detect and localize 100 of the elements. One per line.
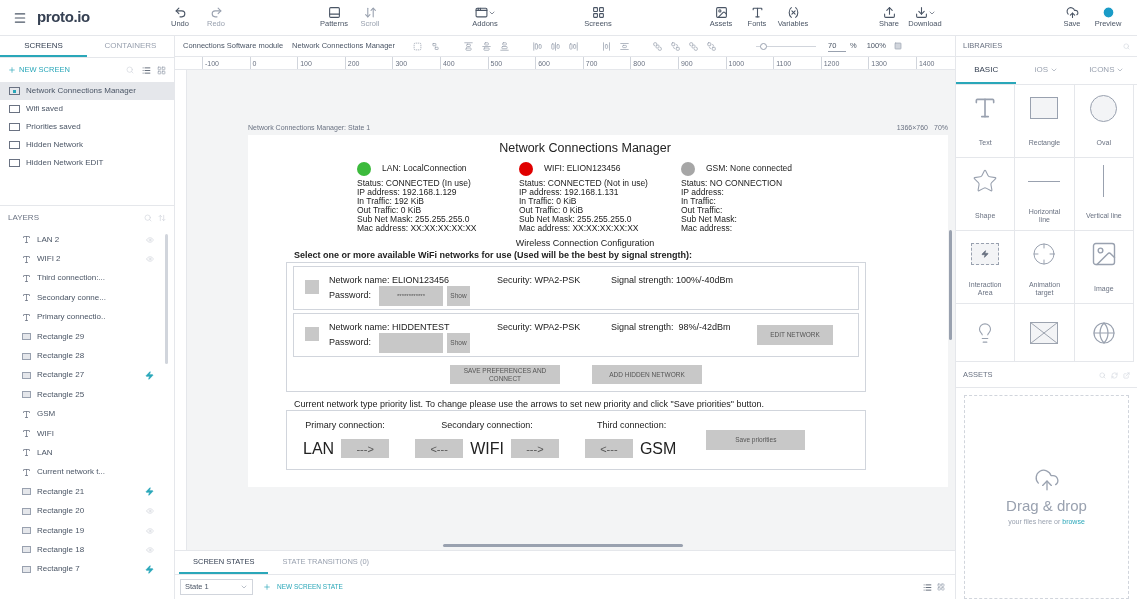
external-link-icon[interactable] <box>1123 371 1130 379</box>
grid-view-icon[interactable] <box>937 583 945 591</box>
move-right-button[interactable]: ---> <box>510 439 559 459</box>
search-icon[interactable] <box>144 214 152 222</box>
menu-icon[interactable] <box>13 10 27 25</box>
network-checkbox[interactable] <box>305 327 319 341</box>
connection-detail: In Traffic: <box>681 197 717 206</box>
layer-item[interactable]: Rectangle 28 <box>0 346 174 366</box>
password-label: Password: <box>329 336 373 350</box>
connection-detail: Out Traffic: 0 KiB <box>519 206 585 215</box>
upload-icon <box>882 6 896 19</box>
fit-icon[interactable] <box>893 42 902 50</box>
connection-detail: Sub Net Mask: 255.255.255.0 <box>519 215 633 224</box>
move-left-button[interactable]: <--- <box>415 439 464 459</box>
eye-icon[interactable] <box>146 507 154 516</box>
layer-item[interactable]: Primary connectio.. <box>0 307 174 327</box>
layer-item[interactable]: Rectangle 18 <box>0 540 174 560</box>
select-frame-icon[interactable] <box>413 41 423 51</box>
section-title: Wireless Connection Configuration <box>514 237 656 249</box>
layer-item[interactable]: Current network t... <box>0 462 174 483</box>
connection-type: GSM <box>638 438 678 459</box>
screen-item[interactable]: Hidden Network <box>0 136 174 154</box>
layer-item[interactable]: Secondary conne... <box>0 288 174 308</box>
vertical-scrollbar[interactable] <box>949 230 952 340</box>
move-left-button[interactable]: <--- <box>584 439 633 459</box>
list-view-icon[interactable] <box>923 582 932 592</box>
scrollbar[interactable] <box>165 234 168 364</box>
align-top-icon[interactable] <box>464 41 474 51</box>
search-icon[interactable] <box>1123 42 1130 50</box>
refresh-icon[interactable] <box>1111 371 1118 379</box>
connection-detail: In Traffic: 192 KiB <box>357 197 425 206</box>
screen-item[interactable]: Wifi saved <box>0 100 174 118</box>
instruction-text: Current network type priority list. To change please use the arrows to set new priority and click "Save priorities" button. <box>293 398 765 410</box>
ungroup-icon[interactable] <box>431 41 441 51</box>
eye-icon[interactable] <box>146 235 154 244</box>
send-backward-icon[interactable] <box>707 41 717 51</box>
move-right-button[interactable]: ---> <box>341 439 390 459</box>
list-view-icon[interactable] <box>142 65 151 75</box>
layer-item[interactable]: WIFI <box>0 423 174 444</box>
screen-item[interactable]: Priorities saved <box>0 118 174 136</box>
text-layer-icon <box>22 273 31 283</box>
connection-detail: Status: CONNECTED (Not in use) <box>519 179 649 188</box>
rectangle-layer-icon <box>22 488 31 496</box>
screen-item[interactable]: Hidden Network EDIT <box>0 154 174 172</box>
rectangle-layer-icon <box>22 565 31 573</box>
sort-icon[interactable] <box>158 214 166 222</box>
align-left-icon[interactable] <box>533 41 543 51</box>
bring-forward-icon[interactable] <box>689 41 699 51</box>
screen-item[interactable]: Network Connections Manager <box>0 82 174 100</box>
vertical-line-icon <box>1103 165 1105 197</box>
tab[interactable]: BASIC <box>956 58 1017 84</box>
bring-front-icon[interactable] <box>653 41 663 51</box>
connection-type: WIFI <box>469 438 505 459</box>
network-checkbox[interactable] <box>305 280 319 294</box>
search-icon[interactable] <box>126 66 134 74</box>
oval-tool-icon <box>1090 94 1118 122</box>
bolt-icon[interactable] <box>145 487 154 497</box>
library-item[interactable] <box>956 304 1016 362</box>
layer-item[interactable]: Rectangle 25 <box>0 385 174 405</box>
signal-text: Signal strength: 100%/-40dBm <box>611 275 735 286</box>
security-text: Security: WPA2-PSK <box>497 275 582 286</box>
send-back-icon[interactable] <box>671 41 681 51</box>
rectangle-layer-icon <box>22 527 31 535</box>
layer-item[interactable]: Rectangle 29 <box>0 326 174 347</box>
distribute-horizontal-icon[interactable] <box>602 41 612 51</box>
eye-icon[interactable] <box>146 526 154 535</box>
slider-thumb[interactable] <box>760 42 768 50</box>
bolt-icon[interactable] <box>145 564 154 574</box>
layer-item[interactable]: LAN 2 <box>0 230 174 250</box>
chevron-icon <box>240 583 248 591</box>
align-right-icon[interactable] <box>569 41 579 51</box>
layer-item[interactable]: Rectangle 27 <box>0 365 174 386</box>
horizontal-scrollbar[interactable] <box>443 544 683 547</box>
layer-item[interactable]: Rectangle 19 <box>0 520 174 541</box>
placeholder-icon <box>1030 321 1059 344</box>
eye-icon[interactable] <box>146 545 154 554</box>
align-bottom-icon[interactable] <box>500 41 510 51</box>
layer-item[interactable]: Rectangle 21 <box>0 482 174 502</box>
network-name: Network name: ELION123456 <box>329 275 451 286</box>
search-icon[interactable] <box>1099 371 1106 379</box>
eye-icon[interactable] <box>146 255 154 264</box>
password-field[interactable] <box>379 333 443 353</box>
screen-icon <box>9 159 20 167</box>
connection-detail: Status: CONNECTED (In use) <box>357 179 472 188</box>
connection-name: GSM: None connected <box>706 162 792 175</box>
layer-item[interactable]: GSM <box>0 404 174 424</box>
align-center-icon[interactable] <box>551 41 561 51</box>
layer-item[interactable]: Third connection:... <box>0 268 174 289</box>
library-item[interactable] <box>1074 304 1134 362</box>
layer-item[interactable]: LAN <box>0 443 174 463</box>
layer-item[interactable]: WIFI 2 <box>0 249 174 269</box>
grid-view-icon[interactable] <box>157 65 166 75</box>
zoom-slider[interactable] <box>756 42 817 50</box>
align-middle-icon[interactable] <box>482 41 492 51</box>
library-item[interactable] <box>1015 304 1075 362</box>
layer-item[interactable]: Rectangle 7 <box>0 559 174 580</box>
distribute-vertical-icon[interactable] <box>620 41 630 51</box>
tab[interactable]: SCREENS <box>0 36 87 57</box>
bolt-icon[interactable] <box>145 370 154 380</box>
layer-item[interactable]: Rectangle 20 <box>0 501 174 521</box>
